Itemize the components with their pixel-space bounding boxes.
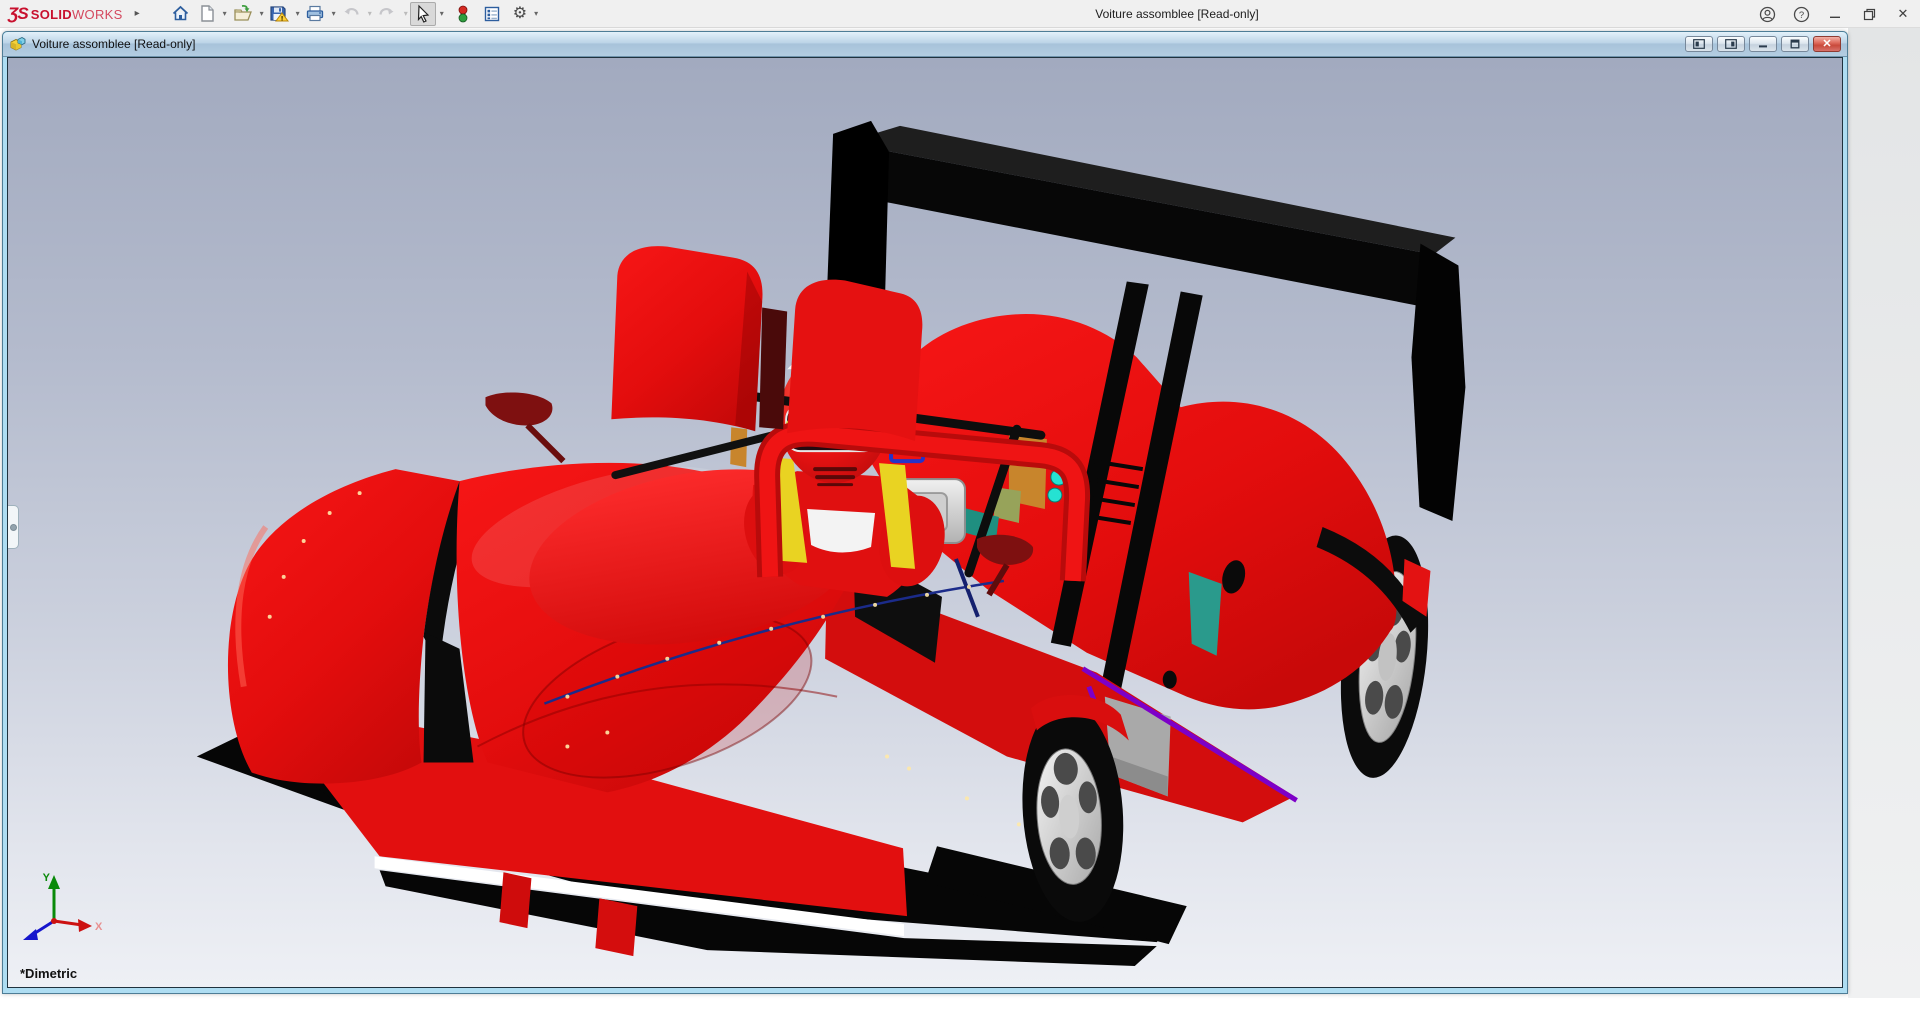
doc-minimize-button[interactable]	[1749, 36, 1777, 52]
task-pane-collapsed-strip[interactable]	[1848, 28, 1920, 998]
save-button[interactable]	[266, 2, 292, 26]
redo-icon	[377, 5, 397, 23]
save-dropdown-caret[interactable]: ▾	[296, 9, 300, 18]
account-icon	[1759, 6, 1776, 23]
z-axis-arrow	[23, 929, 38, 940]
minimize-button[interactable]	[1818, 0, 1852, 28]
rebuild-traffic-light-icon	[457, 4, 469, 24]
restore-icon	[1863, 8, 1876, 21]
print-dropdown-caret[interactable]: ▾	[332, 9, 336, 18]
helmet-vents	[813, 467, 857, 486]
document-window: Voiture assomblee [Read-only]	[2, 31, 1848, 994]
open-button[interactable]	[229, 2, 256, 26]
select-dropdown-caret[interactable]: ▾	[440, 9, 444, 18]
redo-button[interactable]	[374, 2, 400, 26]
undo-button[interactable]	[338, 2, 364, 26]
minimize-icon	[1829, 8, 1841, 20]
open-dropdown-caret[interactable]: ▾	[260, 9, 264, 18]
orientation-triad: Y X	[14, 869, 104, 955]
pane-right-button[interactable]	[1717, 36, 1745, 52]
undo-dropdown-caret[interactable]: ▾	[368, 9, 372, 18]
doc-close-icon: ✕	[1822, 39, 1831, 50]
help-button[interactable]: ?	[1784, 0, 1818, 28]
restore-button[interactable]	[1852, 0, 1886, 28]
splitter-post	[595, 898, 637, 956]
solidworks-logo[interactable]: ƷS SOLID WORKS	[8, 4, 123, 24]
options-dropdown-caret[interactable]: ▾	[534, 9, 538, 18]
x-axis-arrow	[78, 919, 92, 932]
close-icon: ✕	[1898, 6, 1909, 22]
new-dropdown-caret[interactable]: ▾	[223, 9, 227, 18]
solidworks-logo-mark: ƷS	[8, 4, 28, 24]
document-titlebar[interactable]: Voiture assomblee [Read-only]	[3, 32, 1847, 57]
app-window-controls: ? ✕	[1750, 0, 1920, 28]
race-car-model[interactable]	[8, 58, 1842, 987]
assembly-document-icon	[9, 36, 26, 52]
doc-minimize-icon	[1758, 39, 1768, 49]
options-gear-icon: ⚙	[513, 6, 527, 22]
close-button[interactable]: ✕	[1886, 0, 1920, 28]
file-properties-icon	[483, 5, 501, 23]
fuel-cap	[1163, 671, 1177, 689]
redo-dropdown-caret[interactable]: ▾	[404, 9, 408, 18]
doc-close-button[interactable]: ✕	[1813, 36, 1841, 52]
home-icon	[171, 4, 190, 23]
doc-restore-button[interactable]	[1781, 36, 1809, 52]
splitter-post	[499, 872, 531, 928]
app-titlebar: ƷS SOLID WORKS ▸ ▾ ▾	[0, 0, 1920, 28]
graphics-viewport[interactable]: Y X *Dimetric	[7, 57, 1843, 988]
help-icon: ?	[1793, 6, 1810, 23]
print-button[interactable]	[302, 2, 328, 26]
svg-text:?: ?	[1798, 10, 1803, 21]
save-icon	[269, 4, 289, 23]
app-title: Voiture assomblee [Read-only]	[1095, 7, 1258, 21]
options-button[interactable]: ⚙	[510, 2, 530, 26]
door-window-teal	[1189, 572, 1222, 656]
document-window-buttons: ✕	[1685, 36, 1841, 52]
document-title: Voiture assomblee [Read-only]	[32, 37, 195, 51]
pane-right-icon	[1725, 39, 1737, 49]
rebuild-button[interactable]	[454, 2, 472, 26]
view-orientation-label: *Dimetric	[20, 966, 77, 981]
file-properties-button[interactable]	[480, 2, 504, 26]
menu-expand-arrow[interactable]: ▸	[135, 8, 140, 19]
suit-chest	[807, 509, 875, 552]
home-button[interactable]	[168, 2, 193, 26]
open-folder-icon	[232, 4, 253, 23]
select-tool-button[interactable]	[410, 2, 436, 26]
x-axis-label: X	[95, 921, 103, 933]
doc-restore-icon	[1790, 39, 1800, 49]
new-document-icon	[198, 4, 216, 23]
undo-icon	[341, 5, 361, 23]
print-icon	[305, 4, 325, 23]
select-cursor-icon	[414, 4, 432, 24]
pane-left-button[interactable]	[1685, 36, 1713, 52]
app-client-area: Voiture assomblee [Read-only]	[0, 28, 1920, 1031]
feature-tree-flyout-handle[interactable]	[8, 505, 19, 549]
account-button[interactable]	[1750, 0, 1784, 28]
new-document-button[interactable]	[195, 2, 219, 26]
pane-left-icon	[1693, 39, 1705, 49]
y-axis-label: Y	[43, 872, 51, 884]
quick-access-toolbar: ▾ ▾ ▾	[168, 2, 538, 26]
